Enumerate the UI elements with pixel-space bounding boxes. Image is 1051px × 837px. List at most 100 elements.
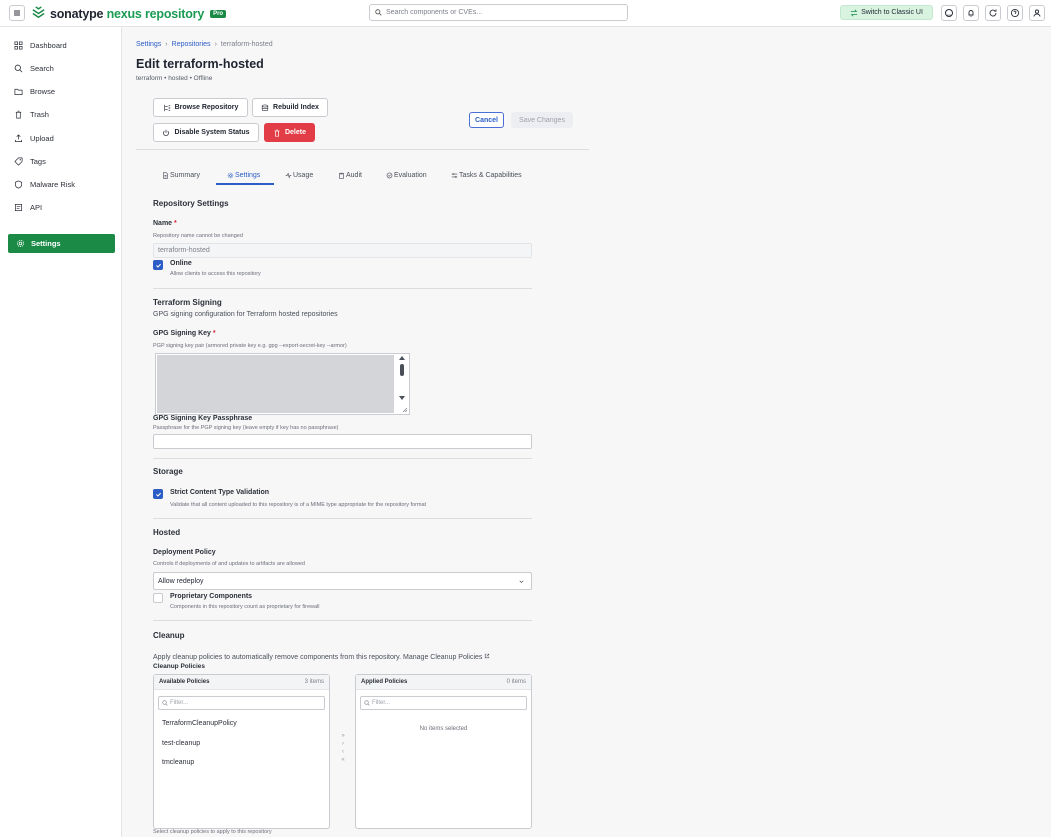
move-all-right-button[interactable]: » bbox=[340, 733, 346, 739]
move-right-button[interactable]: › bbox=[340, 741, 346, 747]
check-icon bbox=[155, 492, 161, 497]
cancel-button[interactable]: Cancel bbox=[469, 112, 504, 128]
user-icon[interactable] bbox=[1029, 5, 1045, 21]
browse-repository-label: Browse Repository bbox=[174, 104, 239, 111]
gpg-key-help: PGP signing key pair (armored private ke… bbox=[153, 343, 347, 349]
breadcrumb-repositories[interactable]: Repositories bbox=[172, 41, 211, 48]
move-all-left-button[interactable]: « bbox=[340, 757, 346, 763]
tab-summary[interactable]: Summary bbox=[162, 172, 200, 179]
global-search-input[interactable]: Search components or CVEs... bbox=[369, 4, 628, 21]
name-field[interactable]: terraform-hosted bbox=[153, 243, 532, 258]
divider bbox=[153, 288, 532, 289]
browse-repository-button[interactable]: Browse Repository bbox=[153, 98, 248, 117]
tab-evaluation[interactable]: Evaluation bbox=[386, 172, 427, 179]
deployment-policy-help: Controls if deployments of and updates t… bbox=[153, 561, 305, 567]
section-title-cleanup: Cleanup bbox=[153, 631, 185, 640]
applied-policies-list: Applied Policies 0 items Filter... No it… bbox=[355, 674, 532, 829]
textarea-scrollbar[interactable] bbox=[395, 354, 409, 414]
switch-classic-ui-button[interactable]: Switch to Classic UI bbox=[840, 5, 933, 20]
sidebar-item-browse[interactable]: Browse bbox=[14, 84, 55, 98]
required-mark: * bbox=[174, 220, 177, 227]
breadcrumb-settings[interactable]: Settings bbox=[136, 41, 161, 48]
external-link-icon[interactable] bbox=[484, 653, 490, 659]
list-item[interactable]: TerraformCleanupPolicy bbox=[162, 720, 237, 727]
available-policies-list: Available Policies 3 items Filter... Ter… bbox=[153, 674, 330, 829]
sidebar-item-tags[interactable]: Tags bbox=[14, 154, 46, 168]
list-item[interactable]: test-cleanup bbox=[162, 740, 200, 747]
sidebar-label: API bbox=[30, 202, 43, 212]
search-placeholder: Search components or CVEs... bbox=[386, 9, 483, 16]
sidebar-item-api[interactable]: API bbox=[14, 200, 42, 214]
online-label: Online bbox=[170, 260, 192, 267]
sidebar-label: Search bbox=[30, 63, 54, 73]
disable-system-status-button[interactable]: Disable System Status bbox=[153, 123, 259, 142]
save-changes-button[interactable]: Save Changes bbox=[511, 112, 573, 128]
check-circle-icon bbox=[386, 172, 393, 179]
tab-tasks-capabilities[interactable]: Tasks & Capabilities bbox=[451, 172, 522, 179]
move-left-button[interactable]: ‹ bbox=[340, 749, 346, 755]
deployment-policy-select[interactable]: Allow redeploy bbox=[153, 572, 532, 590]
sidebar-item-settings[interactable]: Settings bbox=[8, 234, 115, 253]
available-policies-count: 3 items bbox=[304, 679, 324, 685]
strict-content-type-checkbox[interactable] bbox=[153, 489, 163, 499]
divider bbox=[153, 458, 532, 459]
help-icon[interactable] bbox=[1007, 5, 1023, 21]
page-title: Edit terraform-hosted bbox=[136, 57, 264, 71]
gpg-key-textarea[interactable] bbox=[155, 353, 410, 415]
name-help: Repository name cannot be changed bbox=[153, 233, 243, 239]
available-policies-header: Available Policies 3 items bbox=[154, 675, 329, 690]
folder-icon bbox=[14, 88, 23, 95]
available-policies-filter[interactable]: Filter... bbox=[158, 696, 325, 710]
gear-icon bbox=[16, 239, 25, 248]
brand-logo[interactable]: sonatype nexus repository Pro bbox=[31, 5, 227, 22]
sliders-icon bbox=[451, 173, 458, 178]
rebuild-index-button[interactable]: Rebuild Index bbox=[252, 98, 328, 117]
tab-label: Summary bbox=[170, 172, 200, 179]
passphrase-label: GPG Signing Key Passphrase bbox=[153, 415, 253, 422]
section-title-storage: Storage bbox=[153, 467, 183, 476]
section-title-hosted: Hosted bbox=[153, 528, 181, 537]
divider bbox=[153, 620, 532, 621]
filter-placeholder: Filter... bbox=[372, 700, 391, 706]
activity-icon bbox=[285, 172, 292, 179]
online-help: Allow clients to access this repository bbox=[170, 271, 261, 277]
sidebar-item-upload[interactable]: Upload bbox=[14, 131, 54, 145]
chevron-down-icon bbox=[519, 580, 524, 583]
applied-policies-header: Applied Policies 0 items bbox=[356, 675, 531, 690]
page-subtitle: terraform • hosted • Offline bbox=[136, 75, 213, 82]
section-title-terraform-signing: Terraform Signing bbox=[153, 298, 222, 307]
disable-system-status-label: Disable System Status bbox=[174, 129, 250, 136]
check-icon bbox=[155, 263, 161, 268]
clipboard-icon bbox=[339, 172, 344, 179]
sidebar-item-trash[interactable]: Trash bbox=[14, 107, 49, 121]
sidebar-item-dashboard[interactable]: Dashboard bbox=[14, 38, 67, 52]
refresh-icon[interactable] bbox=[985, 5, 1001, 21]
name-label: Name * bbox=[153, 220, 177, 227]
gpg-key-label: GPG Signing Key * bbox=[153, 330, 216, 337]
shield-icon bbox=[14, 180, 23, 188]
online-checkbox[interactable] bbox=[153, 260, 163, 270]
list-item[interactable]: tmcleanup bbox=[162, 759, 194, 766]
tab-usage[interactable]: Usage bbox=[285, 172, 313, 179]
bell-icon[interactable] bbox=[963, 5, 979, 21]
search-icon bbox=[364, 700, 370, 706]
menu-icon[interactable] bbox=[9, 5, 25, 21]
top-bar: sonatype nexus repository Pro Search com… bbox=[0, 0, 1051, 27]
deployment-policy-value: Allow redeploy bbox=[158, 577, 204, 585]
applied-policies-filter[interactable]: Filter... bbox=[360, 696, 527, 710]
rebuild-index-label: Rebuild Index bbox=[273, 104, 319, 111]
proprietary-components-checkbox[interactable] bbox=[153, 593, 163, 603]
sidebar-item-search[interactable]: Search bbox=[14, 61, 54, 75]
tab-label: Audit bbox=[346, 172, 362, 179]
delete-button[interactable]: Delete bbox=[264, 123, 315, 142]
tab-settings[interactable]: Settings bbox=[227, 172, 260, 179]
tab-audit[interactable]: Audit bbox=[338, 172, 362, 179]
github-icon[interactable] bbox=[941, 5, 957, 21]
brand-main: sonatype bbox=[50, 6, 104, 21]
passphrase-field[interactable] bbox=[153, 434, 532, 449]
applied-policies-count: 0 items bbox=[506, 679, 526, 685]
gpg-key-label-text: GPG Signing Key bbox=[153, 330, 211, 337]
tab-label: Usage bbox=[293, 172, 314, 179]
sidebar-item-malware-risk[interactable]: Malware Risk bbox=[14, 177, 75, 191]
cleanup-policies-help: Select cleanup policies to apply to this… bbox=[153, 829, 272, 835]
